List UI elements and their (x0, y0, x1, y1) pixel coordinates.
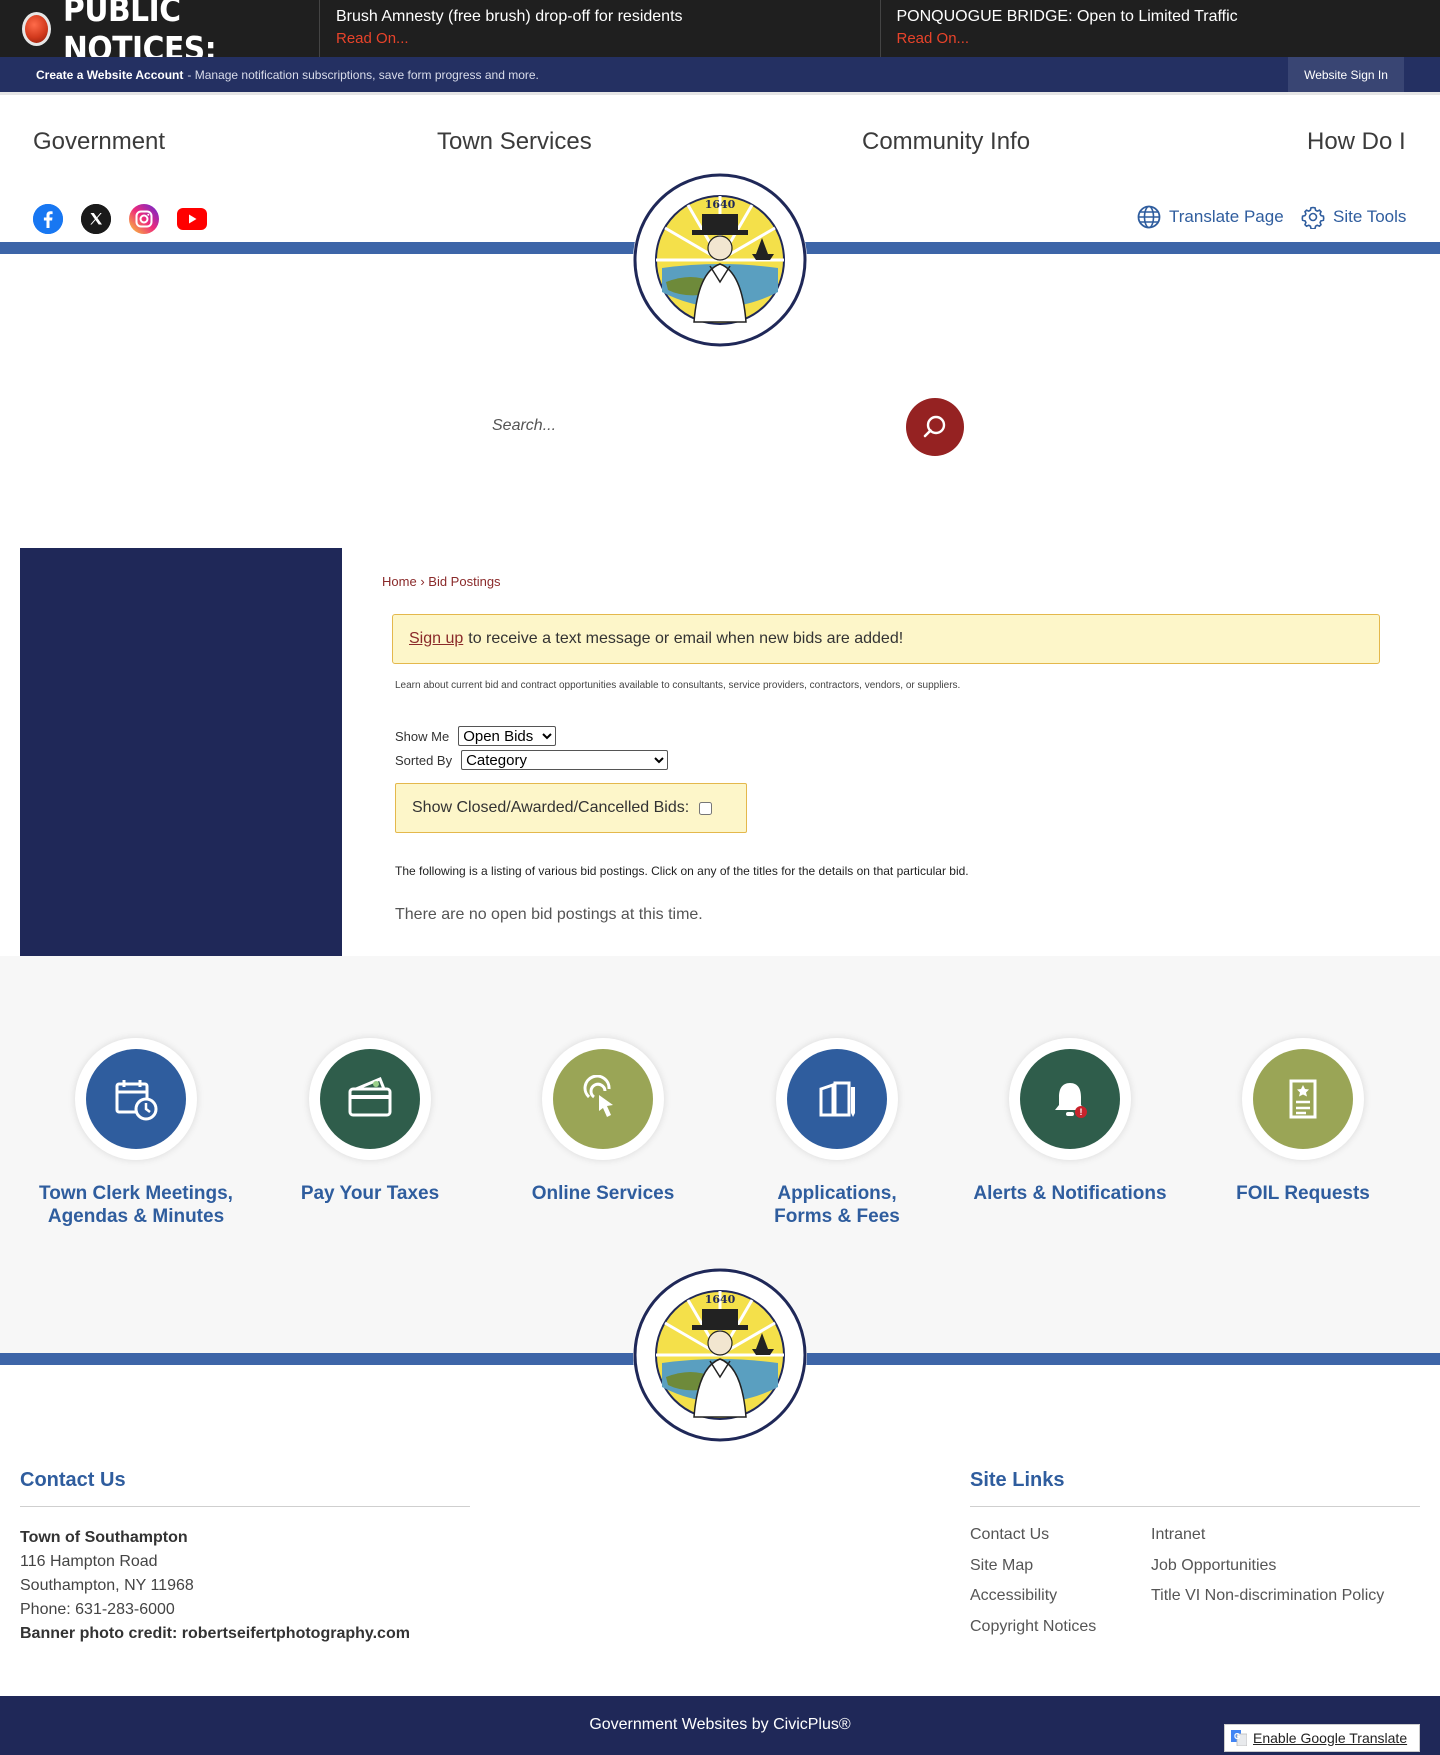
intro-text: Learn about current bid and contract opp… (395, 680, 961, 691)
notice-item[interactable]: PONQUOGUE BRIDGE: Open to Limited Traffi… (881, 0, 1440, 57)
calendar-clock-icon (115, 1080, 158, 1121)
sidebar-panel (20, 548, 342, 956)
sorted-by-row: Sorted By Category (395, 750, 669, 770)
instagram-icon[interactable] (129, 204, 159, 234)
quick-link-foil[interactable]: FOIL Requests (1188, 1038, 1418, 1205)
footer-seal-logo: 1640 (632, 1267, 808, 1443)
quick-link-label: FOIL Requests (1236, 1183, 1370, 1204)
signup-text: to receive a text message or email when … (468, 630, 904, 647)
quick-link-label: Applications, (777, 1183, 897, 1204)
signup-notice: Sign up to receive a text message or ema… (392, 614, 1380, 664)
breadcrumb-separator: › (420, 574, 425, 589)
site-tools-label: Site Tools (1333, 207, 1407, 226)
nav-government[interactable]: Government (33, 128, 165, 156)
bell-icon: ! (1055, 1083, 1087, 1118)
globe-icon (1137, 205, 1161, 229)
town-seal-logo[interactable]: 1640 (632, 172, 808, 348)
sign-up-link[interactable]: Sign up (409, 630, 463, 648)
youtube-icon[interactable] (177, 204, 207, 234)
quick-link-applications[interactable]: Applications, Forms & Fees (722, 1038, 952, 1228)
contact-org: Town of Southampton (20, 1529, 188, 1546)
facebook-icon[interactable] (33, 204, 63, 234)
website-sign-in-button[interactable]: Website Sign In (1288, 57, 1404, 92)
credit-card-icon (348, 1077, 392, 1117)
google-translate-icon: G (1231, 1730, 1247, 1746)
gear-icon (1301, 206, 1325, 229)
foil-document-icon (1289, 1079, 1317, 1119)
breadcrumb: Home › Bid Postings (382, 574, 501, 589)
x-twitter-icon[interactable] (81, 204, 111, 234)
notice-title[interactable]: Brush Amnesty (free brush) drop-off for … (336, 7, 864, 27)
footer-link-accessibility[interactable]: Accessibility (970, 1587, 1057, 1605)
quick-link-pay-taxes[interactable]: Pay Your Taxes (255, 1038, 485, 1205)
account-bar: Create a Website Account - Manage notifi… (0, 57, 1440, 92)
breadcrumb-bid-postings[interactable]: Bid Postings (428, 574, 500, 589)
quick-link-alerts[interactable]: ! Alerts & Notifications (955, 1038, 1185, 1205)
contact-address-line: Southampton, NY 11968 (20, 1577, 194, 1594)
site-tools-link[interactable]: Site Tools (1301, 205, 1406, 229)
notice-title[interactable]: PONQUOGUE BRIDGE: Open to Limited Traffi… (897, 7, 1425, 27)
documents-icon (819, 1081, 855, 1117)
svg-text:!: ! (1080, 1107, 1083, 1117)
nav-how-do-i[interactable]: How Do I (1307, 128, 1406, 156)
quick-link-label: Pay Your Taxes (300, 1183, 440, 1204)
translate-page-label: Translate Page (1169, 207, 1284, 226)
seal-year: 1640 (705, 1293, 736, 1306)
show-closed-label: Show Closed/Awarded/Cancelled Bids: (412, 799, 690, 816)
search-icon (923, 415, 946, 438)
show-closed-box: Show Closed/Awarded/Cancelled Bids: (395, 783, 747, 833)
show-me-select[interactable]: Open Bids (458, 726, 557, 746)
quick-link-label: Forms & Fees (774, 1206, 900, 1227)
quick-link-town-clerk[interactable]: Town Clerk Meetings, Agendas & Minutes (21, 1038, 251, 1228)
read-on-link[interactable]: Read On... (336, 29, 864, 49)
contact-us-heading: Contact Us (20, 1469, 126, 1491)
nav-community-info[interactable]: Community Info (862, 128, 1030, 156)
seal-year: 1640 (705, 198, 736, 211)
search-button[interactable] (906, 398, 964, 456)
sorted-by-select[interactable]: Category (461, 750, 669, 770)
contact-divider (20, 1506, 470, 1507)
google-translate-label: Enable Google Translate (1253, 1730, 1408, 1746)
account-description: - Manage notification subscriptions, sav… (187, 67, 539, 82)
bid-postings-content: Home › Bid Postings Sign up to receive a… (342, 548, 1422, 956)
quick-link-online-services[interactable]: Online Services (488, 1038, 718, 1205)
nav-town-services[interactable]: Town Services (437, 128, 592, 156)
contact-phone: Phone: 631-283-6000 (20, 1601, 175, 1618)
quick-link-label: Online Services (531, 1183, 675, 1204)
public-notices-label: PUBLIC NOTICES: (0, 0, 320, 68)
contact-info: Town of Southampton 116 Hampton Road Sou… (20, 1526, 410, 1646)
enable-google-translate-button[interactable]: G Enable Google Translate (1224, 1724, 1420, 1752)
create-account-link[interactable]: Create a Website Account (36, 68, 183, 82)
touch-icon (583, 1075, 613, 1117)
read-on-link[interactable]: Read On... (897, 29, 1425, 49)
translate-page-link[interactable]: Translate Page (1137, 205, 1284, 229)
footer-link-intranet[interactable]: Intranet (1151, 1526, 1205, 1544)
footer-link-copyright[interactable]: Copyright Notices (970, 1618, 1096, 1636)
notice-item[interactable]: Brush Amnesty (free brush) drop-off for … (320, 0, 881, 57)
footer-link-jobs[interactable]: Job Opportunities (1151, 1557, 1276, 1575)
public-notices-bar: PUBLIC NOTICES: Brush Amnesty (free brus… (0, 0, 1440, 68)
show-closed-checkbox[interactable] (699, 801, 713, 815)
photo-credit: Banner photo credit: robertseifertphotog… (20, 1625, 410, 1642)
alert-icon (22, 11, 51, 46)
site-links-heading: Site Links (970, 1469, 1065, 1491)
listing-note: The following is a listing of various bi… (395, 864, 969, 878)
contact-address-line: 116 Hampton Road (20, 1553, 158, 1570)
search-input[interactable] (480, 405, 900, 447)
footer-link-contact-us[interactable]: Contact Us (970, 1526, 1049, 1544)
quick-link-label: Agendas & Minutes (47, 1206, 225, 1227)
footer-link-site-map[interactable]: Site Map (970, 1557, 1033, 1575)
bottom-bar: Government Websites by CivicPlus® G Enab… (0, 1696, 1440, 1755)
site-links-divider (970, 1506, 1420, 1507)
breadcrumb-home[interactable]: Home (382, 574, 417, 589)
footer-link-title-vi[interactable]: Title VI Non-discrimination Policy (1151, 1587, 1384, 1605)
show-me-row: Show Me Open Bids (395, 726, 557, 746)
show-me-label: Show Me (395, 728, 450, 744)
svg-text:G: G (1234, 1732, 1240, 1741)
no-bids-message: There are no open bid postings at this t… (395, 906, 703, 923)
quick-link-label: Town Clerk Meetings, (39, 1183, 233, 1204)
quick-link-label: Alerts & Notifications (973, 1183, 1167, 1204)
sorted-by-label: Sorted By (395, 752, 453, 768)
